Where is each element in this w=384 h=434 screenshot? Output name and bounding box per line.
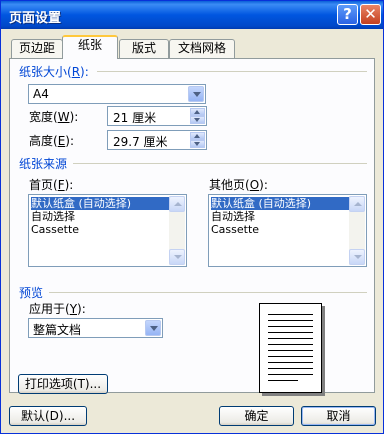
list-item[interactable]: Cassette xyxy=(31,223,79,236)
spin-up-icon[interactable] xyxy=(190,108,205,116)
scrollbar[interactable] xyxy=(169,196,185,265)
scrollbar[interactable] xyxy=(349,196,365,265)
title-bar[interactable]: 页面设置 ? ✕ xyxy=(1,1,383,29)
other-pages-tray-list[interactable]: 默认纸盒 (自动选择) 自动选择 Cassette xyxy=(208,194,367,267)
other-pages-label: 其他页(O): xyxy=(209,178,268,192)
default-button[interactable]: 默认(D)... xyxy=(9,406,87,426)
print-options-button[interactable]: 打印选项(T)... xyxy=(18,374,108,394)
tab-paper[interactable]: 纸张 xyxy=(62,35,118,59)
scroll-up-icon[interactable] xyxy=(169,196,185,212)
spin-down-icon[interactable] xyxy=(190,116,205,124)
paper-source-group-label: 纸张来源 xyxy=(19,157,68,171)
list-item[interactable]: Cassette xyxy=(211,223,259,236)
divider xyxy=(49,292,367,293)
paper-size-value: A4 xyxy=(33,87,49,101)
page-preview-thumbnail xyxy=(259,303,322,393)
preview-group-label: 预览 xyxy=(19,286,44,300)
width-label: 宽度(W): xyxy=(29,110,79,124)
page-setup-dialog: 页面设置 ? ✕ 页边距 纸张 版式 文档网格 纸张大小(R): A4 宽度(W… xyxy=(0,0,384,434)
divider xyxy=(73,163,367,164)
first-page-tray-list[interactable]: 默认纸盒 (自动选择) 自动选择 Cassette xyxy=(28,194,187,267)
width-spinner[interactable]: 21 厘米 xyxy=(107,106,207,126)
divider xyxy=(97,71,367,72)
list-item[interactable]: 默认纸盒 (自动选择) xyxy=(31,197,169,210)
paper-size-select[interactable]: A4 xyxy=(28,84,206,104)
ok-button[interactable]: 确定 xyxy=(219,406,294,426)
spin-down-icon[interactable] xyxy=(190,140,205,148)
apply-to-value: 整篇文档 xyxy=(33,323,82,337)
scroll-down-icon[interactable] xyxy=(169,249,185,265)
apply-to-select[interactable]: 整篇文档 xyxy=(28,318,163,338)
list-item[interactable]: 自动选择 xyxy=(31,210,75,223)
tab-document-grid[interactable]: 文档网格 xyxy=(169,39,235,58)
help-button[interactable]: ? xyxy=(337,4,358,25)
list-item[interactable]: 自动选择 xyxy=(211,210,255,223)
list-item[interactable]: 默认纸盒 (自动选择) xyxy=(211,197,349,210)
close-button[interactable]: ✕ xyxy=(360,4,381,25)
height-spinner[interactable]: 29.7 厘米 xyxy=(107,130,207,150)
tab-layout[interactable]: 版式 xyxy=(119,39,169,58)
dialog-title: 页面设置 xyxy=(9,11,62,26)
chevron-down-icon[interactable] xyxy=(145,320,161,336)
height-value: 29.7 厘米 xyxy=(113,135,168,149)
apply-to-label: 应用于(Y): xyxy=(29,302,86,316)
spin-up-icon[interactable] xyxy=(190,132,205,140)
scroll-down-icon[interactable] xyxy=(349,249,365,265)
height-label: 高度(E): xyxy=(29,134,75,148)
chevron-down-icon[interactable] xyxy=(188,86,204,102)
cancel-button[interactable]: 取消 xyxy=(301,406,376,426)
scroll-up-icon[interactable] xyxy=(349,196,365,212)
first-page-label: 首页(F): xyxy=(29,178,74,192)
paper-size-group-label: 纸张大小(R): xyxy=(19,65,89,79)
width-value: 21 厘米 xyxy=(113,111,157,125)
tab-margins[interactable]: 页边距 xyxy=(11,39,63,58)
